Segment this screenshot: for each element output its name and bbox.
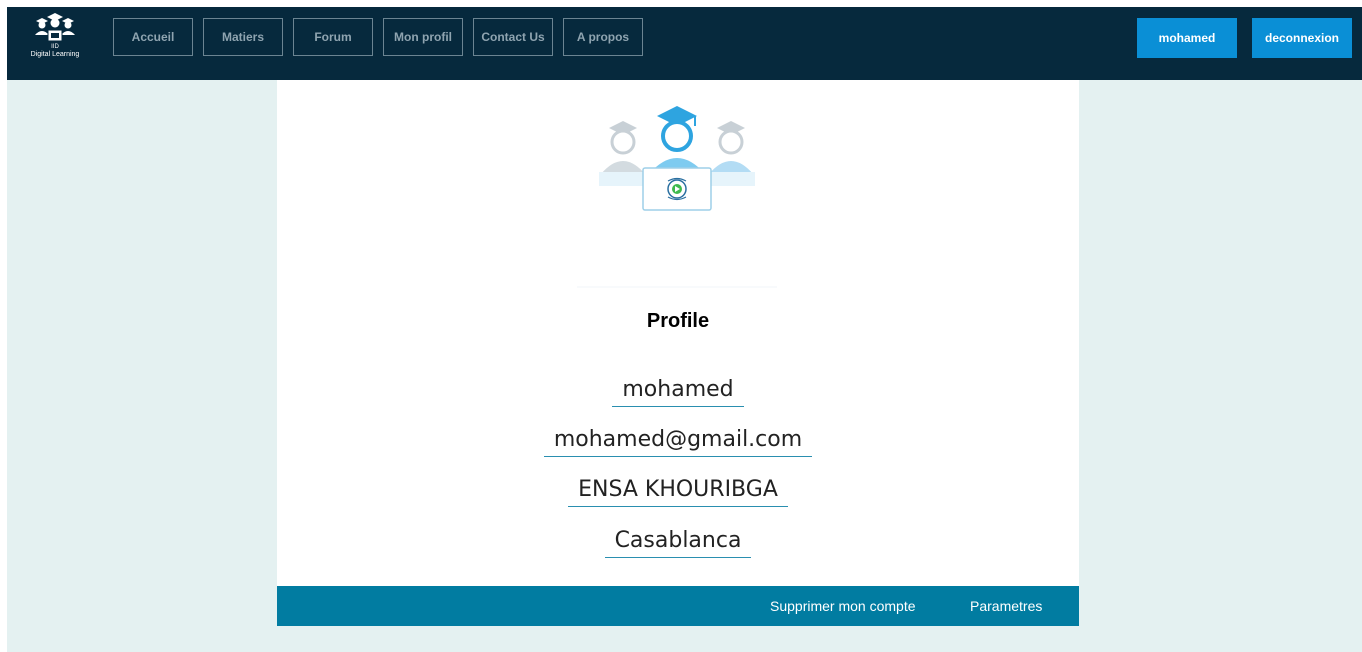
nav-mon-profil[interactable]: Mon profil [383,18,463,56]
nav-contact-us[interactable]: Contact Us [473,18,553,56]
students-laptop-illustration [599,106,755,211]
profile-card: Profile mohamed mohamed@gmail.com ENSA K… [277,80,1079,586]
graduates-logo-icon [35,13,75,42]
city-field: Casablanca [277,526,1079,558]
username-field: mohamed [277,375,1079,407]
username-value: mohamed [612,375,744,407]
user-button[interactable]: mohamed [1137,18,1237,58]
delete-account-link[interactable]: Supprimer mon compte [770,586,916,626]
email-value: mohamed@gmail.com [543,425,813,457]
nav-a-propos[interactable]: A propos [563,18,643,56]
settings-link[interactable]: Parametres [970,586,1042,626]
page-frame: IID Digital Learning Accueil Matiers For… [7,7,1362,652]
school-value: ENSA KHOURIBGA [568,475,788,507]
faint-divider [577,286,777,288]
email-field: mohamed@gmail.com [277,425,1079,457]
brand-line2: Digital Learning [30,51,80,58]
brand-line1: IID [51,44,59,50]
top-navbar: IID Digital Learning Accueil Matiers For… [7,7,1362,80]
profile-title: Profile [646,310,710,332]
nav-forum[interactable]: Forum [293,18,373,56]
brand-logo[interactable]: IID Digital Learning [23,13,87,69]
logout-button[interactable]: deconnexion [1252,18,1352,58]
school-field: ENSA KHOURIBGA [277,475,1079,507]
profile-actions-bar: Supprimer mon compte Parametres [277,586,1079,626]
city-value: Casablanca [604,526,752,558]
nav-accueil[interactable]: Accueil [113,18,193,56]
nav-matiers[interactable]: Matiers [203,18,283,56]
